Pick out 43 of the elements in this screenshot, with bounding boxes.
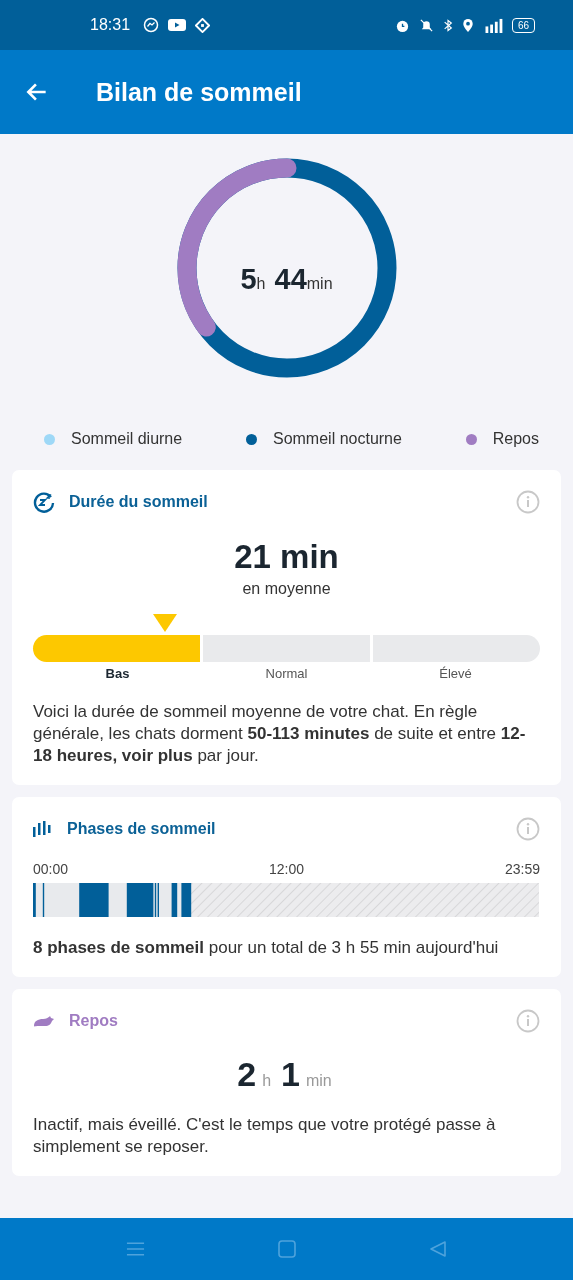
- legend-label: Sommeil diurne: [71, 430, 183, 448]
- rest-description: Inactif, mais éveillé. C'est le temps que votre protégé passe à simplement se reposer.: [33, 1114, 497, 1158]
- range-label: Normal: [264, 666, 309, 681]
- card-title: Phases de sommeil: [67, 820, 216, 838]
- range-label: Élevé: [438, 666, 473, 681]
- status-time: 18:31: [90, 16, 131, 34]
- messenger-icon: [143, 17, 160, 33]
- diamond-icon: [195, 17, 211, 33]
- time-tick: 23:59: [504, 861, 540, 877]
- hours-unit: h: [262, 1072, 272, 1090]
- minutes-unit: min: [306, 1072, 332, 1090]
- card-title: Repos: [69, 1012, 118, 1030]
- page-title: Bilan de sommeil: [96, 77, 302, 107]
- rest-minutes: 1: [281, 1055, 300, 1094]
- home-icon[interactable]: [278, 1240, 296, 1258]
- sleep-clock-icon: [33, 491, 55, 513]
- legend-label: Sommeil nocturne: [272, 430, 402, 448]
- bars-icon: [33, 821, 53, 837]
- bell-off-icon: [418, 17, 434, 33]
- rest-hours: 2: [237, 1055, 257, 1094]
- hours-unit: h: [256, 275, 266, 293]
- battery-icon: 66: [511, 17, 535, 33]
- video-icon: [168, 18, 187, 32]
- average-duration: 21 min: [233, 538, 340, 576]
- menu-icon[interactable]: [126, 1241, 146, 1257]
- info-button[interactable]: [516, 490, 540, 514]
- back-icon[interactable]: [428, 1240, 447, 1258]
- card-title: Durée du sommeil: [69, 493, 208, 511]
- time-tick: 12:00: [268, 861, 304, 877]
- info-button[interactable]: [516, 1009, 540, 1033]
- total-minutes: 44: [274, 263, 307, 296]
- cat-icon: [33, 1014, 55, 1028]
- total-hours: 5: [240, 263, 257, 296]
- range-label: Bas: [104, 666, 131, 681]
- bluetooth-icon: [442, 17, 453, 33]
- info-button[interactable]: [516, 817, 540, 841]
- location-icon: [461, 17, 474, 33]
- average-caption: en moyenne: [241, 580, 332, 598]
- description: Voici la durée de sommeil moyenne de votre chat. En règle générale, les chats dorment 50-113 minutes de suite et entre 12-18 heures, voir plus par jour.: [33, 701, 527, 767]
- phases-summary: 8 phases de sommeil pour un total de 3 h 55 min aujourd'hui: [33, 937, 500, 959]
- minutes-unit: min: [306, 275, 333, 293]
- time-tick: 00:00: [33, 861, 69, 877]
- legend-label: Repos: [492, 430, 539, 448]
